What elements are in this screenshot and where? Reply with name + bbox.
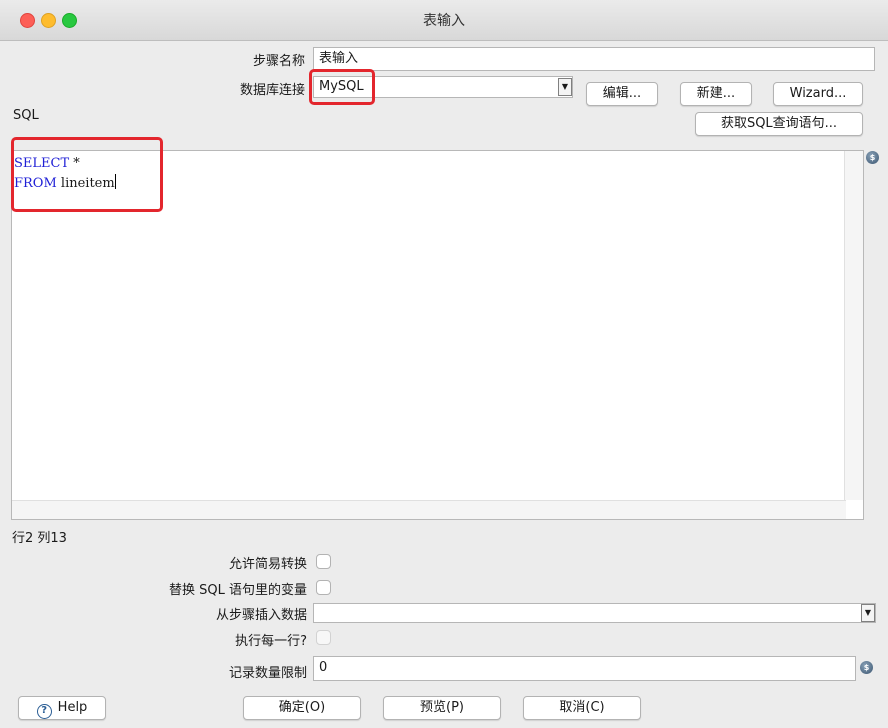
dropdown-arrow-icon[interactable]: ▼ [558, 78, 572, 96]
lazy-conversion-checkbox[interactable] [316, 554, 331, 569]
limit-label: 记录数量限制 [228, 666, 307, 681]
highlight-box-sql [11, 137, 163, 212]
lazy-conversion-label: 允许简易转换 [228, 557, 307, 572]
insert-from-step-select[interactable]: ▼ [313, 603, 876, 623]
ok-button[interactable]: 确定(O) [243, 696, 361, 720]
sql-label: SQL [13, 108, 39, 123]
connection-label: 数据库连接 [239, 83, 305, 98]
get-sql-button[interactable]: 获取SQL查询语句... [695, 112, 863, 136]
limit-input[interactable]: 0 [313, 656, 856, 681]
wizard-button[interactable]: Wizard... [773, 82, 863, 106]
help-icon: ? [36, 704, 52, 719]
highlight-box-connection [309, 69, 375, 105]
variable-icon[interactable]: $ [866, 151, 879, 164]
variable-icon[interactable]: $ [860, 661, 873, 674]
help-button[interactable]: ? Help [18, 696, 106, 720]
step-name-input[interactable]: 表输入 [313, 47, 875, 71]
dropdown-arrow-icon[interactable]: ▼ [861, 604, 875, 622]
execute-each-row-checkbox[interactable] [316, 630, 331, 645]
replace-variables-checkbox[interactable] [316, 580, 331, 595]
help-label: Help [57, 700, 88, 715]
replace-variables-label: 替换 SQL 语句里的变量 [169, 583, 307, 598]
new-connection-button[interactable]: 新建... [680, 82, 752, 106]
cancel-button[interactable]: 取消(C) [523, 696, 641, 720]
preview-button[interactable]: 预览(P) [383, 696, 501, 720]
insert-from-step-label: 从步骤插入数据 [215, 608, 307, 623]
window-title: 表输入 [423, 13, 465, 29]
execute-each-row-label: 执行每一行? [235, 634, 307, 649]
horizontal-scrollbar[interactable] [12, 500, 846, 519]
title-bar: 表输入 [0, 0, 888, 41]
edit-connection-button[interactable]: 编辑... [586, 82, 658, 106]
step-name-label: 步骤名称 [252, 54, 305, 69]
vertical-scrollbar[interactable] [844, 151, 863, 500]
cursor-position-status: 行2 列13 [12, 531, 67, 546]
